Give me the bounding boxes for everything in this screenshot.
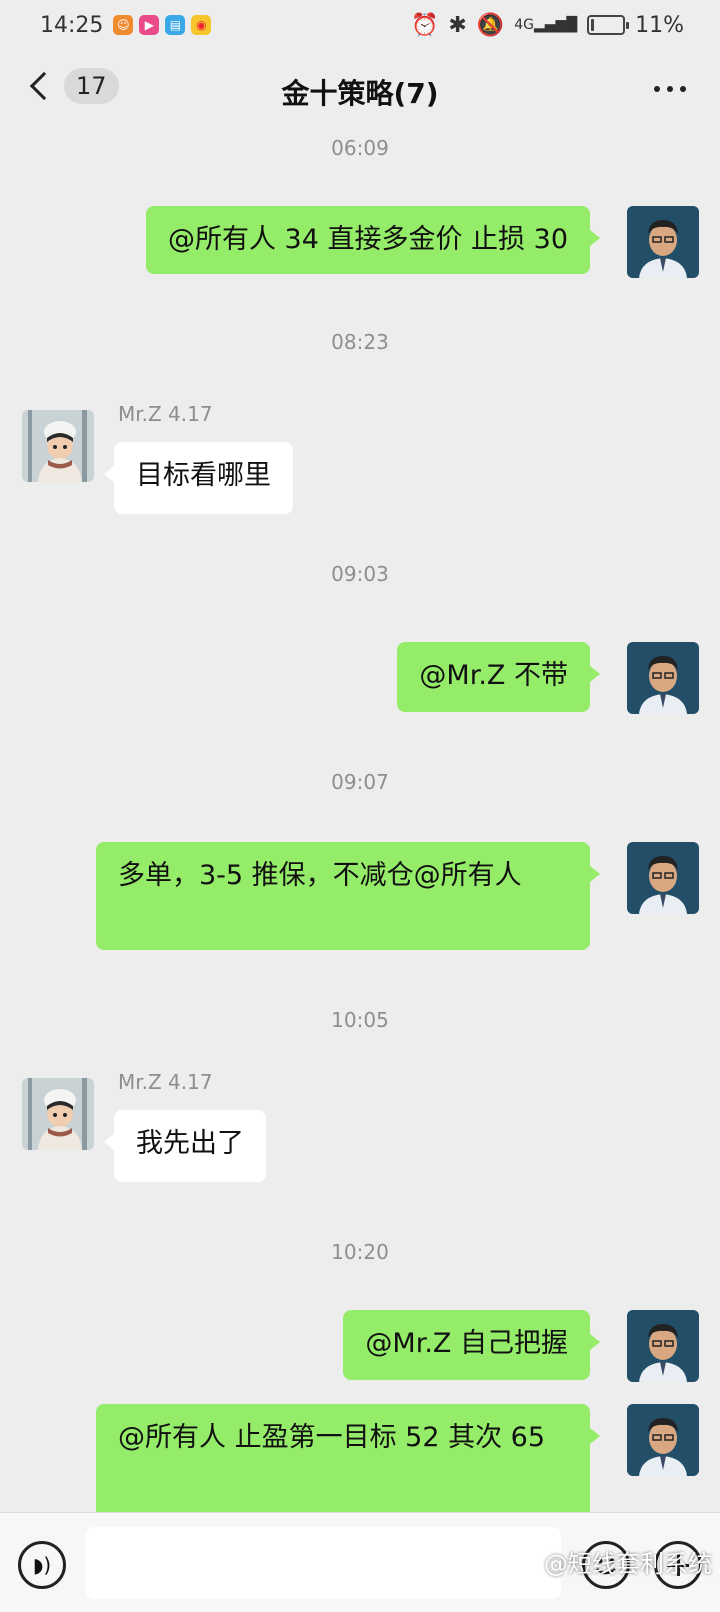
sender-name: Mr.Z 4.17 (118, 402, 213, 426)
avatar-portrait-icon (22, 1078, 94, 1150)
bluetooth-icon: ✱ (448, 12, 467, 38)
message-bubble-sent[interactable]: @Mr.Z 不带 (397, 642, 600, 712)
book-icon: ▤ (165, 15, 186, 35)
avatar-portrait-icon (22, 410, 94, 482)
my-avatar[interactable] (627, 1404, 699, 1476)
status-bar: 14:25 ☺ ▶ ▤ ◉ ⏰ ✱ 🔕 4G▂▄▆█ 11% (0, 0, 720, 50)
timestamp: 10:20 (331, 1240, 389, 1264)
battery-fill (591, 19, 595, 31)
timestamp: 08:23 (331, 330, 389, 354)
avatar-portrait-icon (627, 206, 699, 278)
chat-title: 金十策略(7) (281, 77, 439, 110)
message-bubble-sent[interactable]: @Mr.Z 自己把握 (343, 1310, 600, 1380)
message-bubble-sent[interactable]: @所有人 34 直接多金价 止损 30 (145, 206, 601, 274)
more-dot (667, 86, 673, 92)
alarm-icon: ⏰ (411, 12, 439, 38)
my-avatar[interactable] (627, 1310, 699, 1382)
video-icon: ▶ (139, 15, 160, 35)
sender-name: Mr.Z 4.17 (118, 1070, 213, 1094)
avatar-portrait-icon (627, 642, 699, 714)
avatar-portrait-icon (627, 1310, 699, 1382)
mute-icon: 🔕 (476, 12, 505, 38)
timestamp: 06:09 (331, 136, 389, 160)
message-bubble-sent[interactable]: @所有人 止盈第一目标 52 其次 65 (96, 1404, 600, 1512)
avatar-portrait-icon (627, 1404, 699, 1476)
network-type: 4G (514, 17, 535, 33)
my-avatar[interactable] (627, 642, 699, 714)
message-input[interactable] (86, 1527, 561, 1599)
timestamp: 09:03 (331, 562, 389, 586)
weibo-icon: ◉ (191, 15, 212, 35)
voice-icon: ◗) (32, 1553, 52, 1577)
message-bubble-sent[interactable]: 多单，3-5 推保，不减仓@所有人 (96, 842, 600, 950)
message-bubble-received[interactable]: 目标看哪里 (104, 442, 293, 514)
avatar-portrait-icon (627, 842, 699, 914)
signal-icon: 4G▂▄▆█ (514, 17, 578, 33)
more-dot (680, 86, 686, 92)
contact-avatar[interactable] (22, 410, 94, 482)
more-options-button[interactable] (654, 86, 686, 92)
watermark: @短线套利系统 (544, 1550, 712, 1578)
message-bubble-received[interactable]: 我先出了 (104, 1110, 266, 1182)
battery-percent: 11% (635, 12, 684, 38)
battery-icon (587, 15, 630, 35)
taobao-icon: ☺ (113, 15, 134, 35)
timestamp: 10:05 (331, 1008, 389, 1032)
voice-input-button[interactable]: ◗) (18, 1541, 66, 1589)
status-time: 14:25 (40, 12, 104, 38)
timestamp: 09:07 (331, 770, 389, 794)
chat-header: 17 金十策略(7) (0, 50, 720, 128)
contact-avatar[interactable] (22, 1078, 94, 1150)
more-dot (654, 86, 660, 92)
my-avatar[interactable] (627, 842, 699, 914)
my-avatar[interactable] (627, 206, 699, 278)
